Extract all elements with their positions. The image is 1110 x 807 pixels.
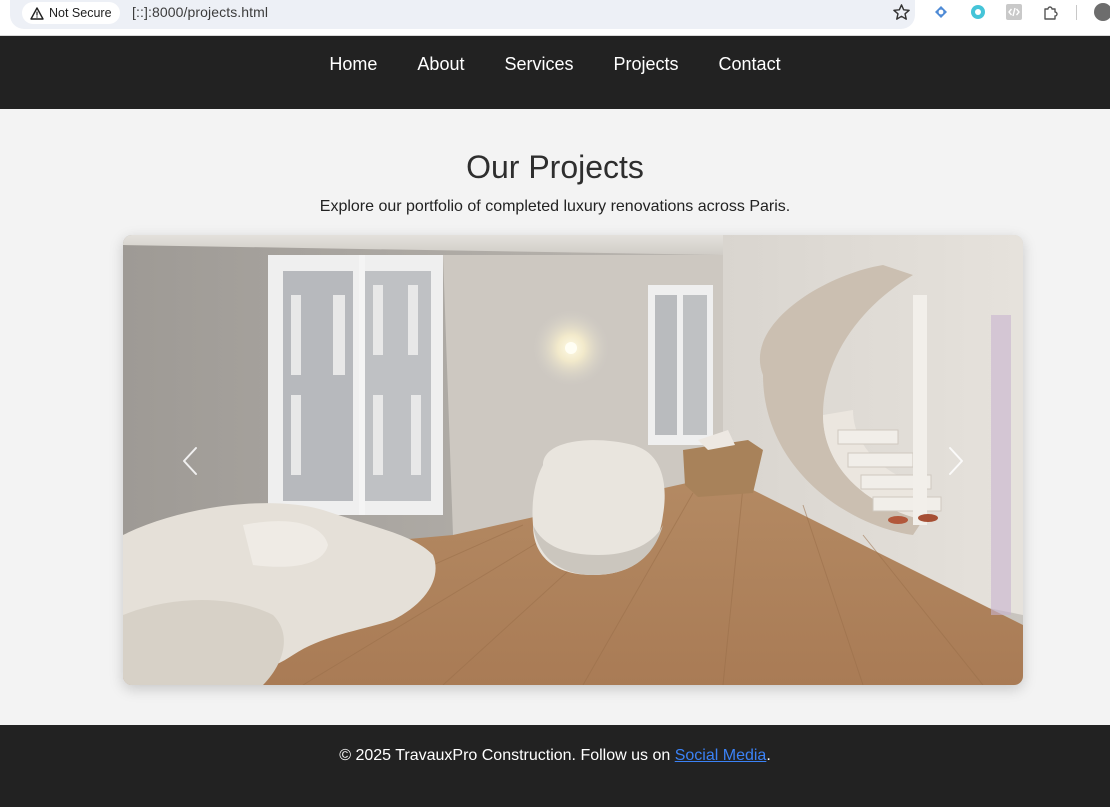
footer-copyright: © 2025 TravauxPro Construction. Follow u… xyxy=(339,747,675,764)
nav-link-contact[interactable]: Contact xyxy=(699,53,801,75)
url-text[interactable]: [::]:8000/projects.html xyxy=(132,4,268,20)
project-carousel[interactable] xyxy=(123,235,1023,685)
site-navbar: Home About Services Projects Contact xyxy=(0,36,1110,109)
page-intro: Explore our portfolio of completed luxur… xyxy=(319,198,791,215)
browser-toolbar: Not Secure [::]:8000/projects.html xyxy=(0,0,1110,36)
warning-icon xyxy=(30,6,44,20)
site-footer: © 2025 TravauxPro Construction. Follow u… xyxy=(0,725,1110,807)
nav-link-about[interactable]: About xyxy=(397,53,484,75)
avatar[interactable] xyxy=(1094,3,1110,21)
nav-item-home: Home xyxy=(309,53,397,75)
nav-item-services: Services xyxy=(484,53,593,75)
nav-item-projects: Projects xyxy=(594,53,699,75)
nav-item-about: About xyxy=(397,53,484,75)
projects-section: Our Projects Explore our portfolio of co… xyxy=(0,109,1110,725)
nav-link-home[interactable]: Home xyxy=(309,53,397,75)
nav-link-projects[interactable]: Projects xyxy=(594,53,699,75)
page-title: Our Projects xyxy=(466,149,644,185)
toolbar-divider xyxy=(1076,5,1077,20)
nav-link-services[interactable]: Services xyxy=(484,53,593,75)
carousel-slide-image xyxy=(123,235,1023,685)
social-media-link[interactable]: Social Media xyxy=(675,747,767,764)
security-indicator[interactable]: Not Secure xyxy=(22,2,120,24)
nav-item-contact: Contact xyxy=(699,53,801,75)
security-label: Not Secure xyxy=(49,6,112,20)
code-icon[interactable] xyxy=(1005,3,1023,21)
chevron-right-icon[interactable] xyxy=(940,444,970,478)
footer-text: © 2025 TravauxPro Construction. Follow u… xyxy=(0,747,1110,765)
chevron-left-icon[interactable] xyxy=(176,444,206,478)
star-icon[interactable] xyxy=(892,3,911,22)
nav-list: Home About Services Projects Contact xyxy=(0,53,1110,75)
extension-icon[interactable] xyxy=(969,3,987,21)
footer-period: . xyxy=(766,747,771,764)
address-bar[interactable]: Not Secure [::]:8000/projects.html xyxy=(10,0,915,29)
puzzle-icon[interactable] xyxy=(1042,3,1060,21)
extension-icon[interactable] xyxy=(932,3,950,21)
